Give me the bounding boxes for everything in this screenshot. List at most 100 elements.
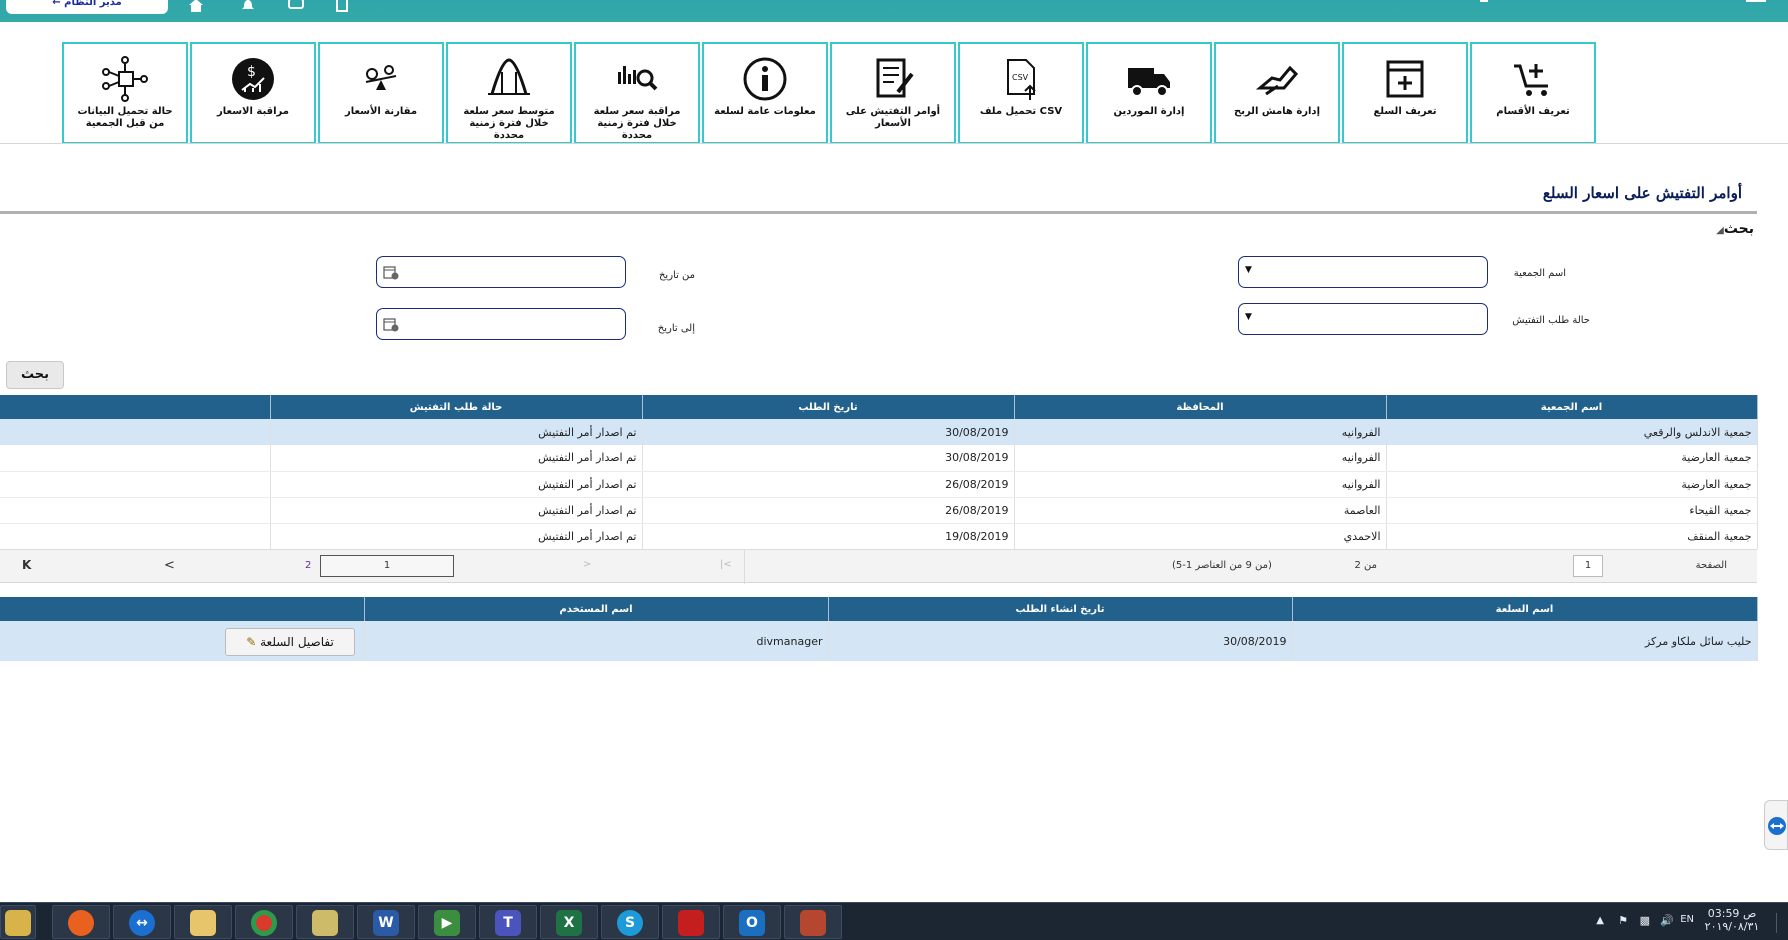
tool-items[interactable]: تعريف السلع bbox=[1342, 42, 1468, 144]
page-number-input[interactable]: 1 bbox=[1573, 555, 1603, 577]
status-select[interactable]: ▼ bbox=[1238, 303, 1488, 335]
acrobat-icon bbox=[678, 910, 704, 936]
page-label: الصفحة bbox=[1695, 560, 1727, 571]
cart-plus-icon bbox=[1514, 64, 1548, 96]
table-row[interactable]: تم اصدار أمر التفتيش 26/08/2019 الفرواني… bbox=[0, 471, 1758, 498]
show-desktop[interactable] bbox=[1776, 913, 1784, 933]
user-menu[interactable]: ← مدير النظام bbox=[6, 0, 168, 14]
svg-text:CSV: CSV bbox=[1012, 73, 1029, 82]
status-label: حالة طلب التفتيش bbox=[1512, 315, 1590, 326]
cell-governorate: العاصمة bbox=[1014, 497, 1387, 524]
taskbar-skype[interactable]: S bbox=[601, 905, 659, 939]
teamviewer-icon bbox=[1768, 817, 1786, 835]
top-indicator bbox=[1480, 0, 1488, 2]
tool-categories[interactable]: تعريف الأقسام bbox=[1470, 42, 1596, 144]
col-created-date[interactable]: تاريخ انشاء الطلب bbox=[828, 597, 1293, 621]
from-date-label: من تاريخ bbox=[658, 270, 695, 281]
calendar-icon[interactable] bbox=[383, 316, 399, 332]
last-page-icon[interactable]: K bbox=[22, 558, 31, 572]
table-row[interactable]: تم اصدار أمر التفتيش 19/08/2019 الاحمدي … bbox=[0, 523, 1758, 550]
taskbar-teamviewer[interactable]: ↔ bbox=[113, 905, 171, 939]
taskbar-media[interactable]: ▶ bbox=[418, 905, 476, 939]
checklist-icon bbox=[876, 58, 914, 98]
cell-date: 30/08/2019 bbox=[642, 445, 1015, 472]
tool-price-watch-period[interactable]: مراقبة سعر سلعة خلال فترة زمنية محددة bbox=[574, 42, 700, 144]
language-icon[interactable]: EN bbox=[1680, 914, 1694, 925]
media-icon: ▶ bbox=[434, 910, 460, 936]
tool-upload-status[interactable]: حالة تحميل البيانات من قبل الجمعية bbox=[62, 42, 188, 144]
col-item-name[interactable]: اسم السلعة bbox=[1292, 597, 1758, 621]
tool-suppliers[interactable]: إدارة الموردين bbox=[1086, 42, 1212, 144]
bell-curve-icon bbox=[488, 58, 530, 95]
tray-arrow-icon[interactable]: ▲ bbox=[1596, 915, 1604, 926]
chart-search-icon bbox=[618, 66, 658, 91]
association-label: اسم الجمعية bbox=[1513, 268, 1566, 279]
network-tray-icon[interactable]: ▩ bbox=[1640, 914, 1650, 927]
page-link-2[interactable]: 2 bbox=[305, 560, 311, 571]
col-status[interactable]: حالة طلب التفتيش bbox=[270, 395, 643, 419]
search-button[interactable]: بحث bbox=[6, 361, 64, 389]
project-icon bbox=[312, 910, 338, 936]
info-icon bbox=[743, 57, 787, 101]
prev-page-icon[interactable]: < bbox=[164, 558, 175, 573]
taskbar-word[interactable]: W bbox=[357, 905, 415, 939]
from-date-field[interactable] bbox=[376, 256, 626, 288]
table-row[interactable]: تم اصدار أمر التفتيش 26/08/2019 العاصمة … bbox=[0, 497, 1758, 524]
side-support-tab[interactable] bbox=[1764, 800, 1788, 850]
app-icon bbox=[800, 910, 826, 936]
hamburger-icon[interactable] bbox=[1746, 0, 1766, 3]
taskbar-project[interactable] bbox=[296, 905, 354, 939]
taskbar-outlook[interactable]: O bbox=[723, 905, 781, 939]
chat-icon[interactable] bbox=[286, 0, 306, 12]
taskbar-chrome[interactable] bbox=[235, 905, 293, 939]
taskbar-acrobat[interactable] bbox=[662, 905, 720, 939]
tool-price-compare[interactable]: مقارنة الأسعار bbox=[318, 42, 444, 144]
clock-time: 03:59 ص bbox=[1707, 907, 1757, 920]
cell-governorate: الاحمدي bbox=[1014, 523, 1387, 550]
cell-status: تم اصدار أمر التفتيش bbox=[270, 471, 643, 498]
search-toggle-label: بحث bbox=[1723, 221, 1754, 237]
association-select[interactable]: ▼ bbox=[1238, 256, 1488, 288]
taskbar-explorer[interactable] bbox=[0, 905, 36, 939]
volume-icon[interactable]: 🔊 bbox=[1660, 914, 1674, 927]
flag-icon[interactable]: ⚑ bbox=[1618, 914, 1628, 927]
toolbar-divider bbox=[0, 143, 1788, 144]
to-date-label: إلى تاريخ bbox=[657, 323, 695, 334]
table-row[interactable]: تم اصدار أمر التفتيش 30/08/2019 الفرواني… bbox=[0, 419, 1758, 445]
dropdown-arrow-icon: ▼ bbox=[1245, 312, 1252, 322]
teams-icon: T bbox=[495, 910, 521, 936]
item-details-button[interactable]: ✎ تفاصيل السلعة bbox=[225, 628, 355, 656]
col-request-date[interactable]: تاريخ الطلب bbox=[642, 395, 1015, 419]
col-association[interactable]: اسم الجمعية bbox=[1386, 395, 1758, 419]
tool-item-info[interactable]: معلومات عامة لسلعة bbox=[702, 42, 828, 144]
truck-icon bbox=[1128, 68, 1170, 97]
file-explorer-icon bbox=[5, 910, 31, 936]
tool-margin[interactable]: إدارة هامش الربح bbox=[1214, 42, 1340, 144]
taskbar-firefox[interactable] bbox=[52, 905, 110, 939]
tool-csv-upload[interactable]: CSV تحميل ملف CSV bbox=[958, 42, 1084, 144]
cell-empty bbox=[0, 471, 271, 498]
cell-empty bbox=[0, 523, 271, 550]
search-toggle[interactable]: بحث◢ bbox=[1712, 221, 1754, 237]
calendar-icon[interactable] bbox=[383, 264, 399, 280]
clipboard-icon[interactable] bbox=[332, 0, 352, 12]
bell-icon[interactable] bbox=[238, 0, 258, 12]
collapse-triangle-icon: ◢ bbox=[1716, 225, 1724, 236]
table-row[interactable]: تم اصدار أمر التفتيش 30/08/2019 الفرواني… bbox=[0, 445, 1758, 472]
taskbar-excel[interactable]: X bbox=[540, 905, 598, 939]
clock[interactable]: 03:59 ص ٢٠١٩/٠٨/٣١ bbox=[1702, 907, 1762, 933]
taskbar-app[interactable] bbox=[784, 905, 842, 939]
taskbar-teams[interactable]: T bbox=[479, 905, 537, 939]
hand-money-icon bbox=[1255, 65, 1299, 96]
tool-inspection-orders[interactable]: أوامر التفتيش على الأسعار bbox=[830, 42, 956, 144]
home-icon[interactable] bbox=[186, 0, 206, 12]
tool-price-monitor[interactable]: $ مراقبة الاسعار bbox=[190, 42, 316, 144]
col-governorate[interactable]: المحافظة bbox=[1014, 395, 1387, 419]
tool-average-price[interactable]: متوسط سعر سلعة خلال فترة زمنية محددة bbox=[446, 42, 572, 144]
page-slider-input[interactable]: 1 bbox=[320, 555, 454, 577]
to-date-field[interactable] bbox=[376, 308, 626, 340]
col-username[interactable]: اسم المستخدم bbox=[364, 597, 829, 621]
taskbar-folder[interactable] bbox=[174, 905, 232, 939]
taskbar: ↔ W ▶ T X S O ▲ ⚑ ▩ 🔊 EN 03:59 ص ٢٠١٩/٠٨… bbox=[0, 902, 1788, 940]
teamviewer-icon: ↔ bbox=[129, 910, 155, 936]
